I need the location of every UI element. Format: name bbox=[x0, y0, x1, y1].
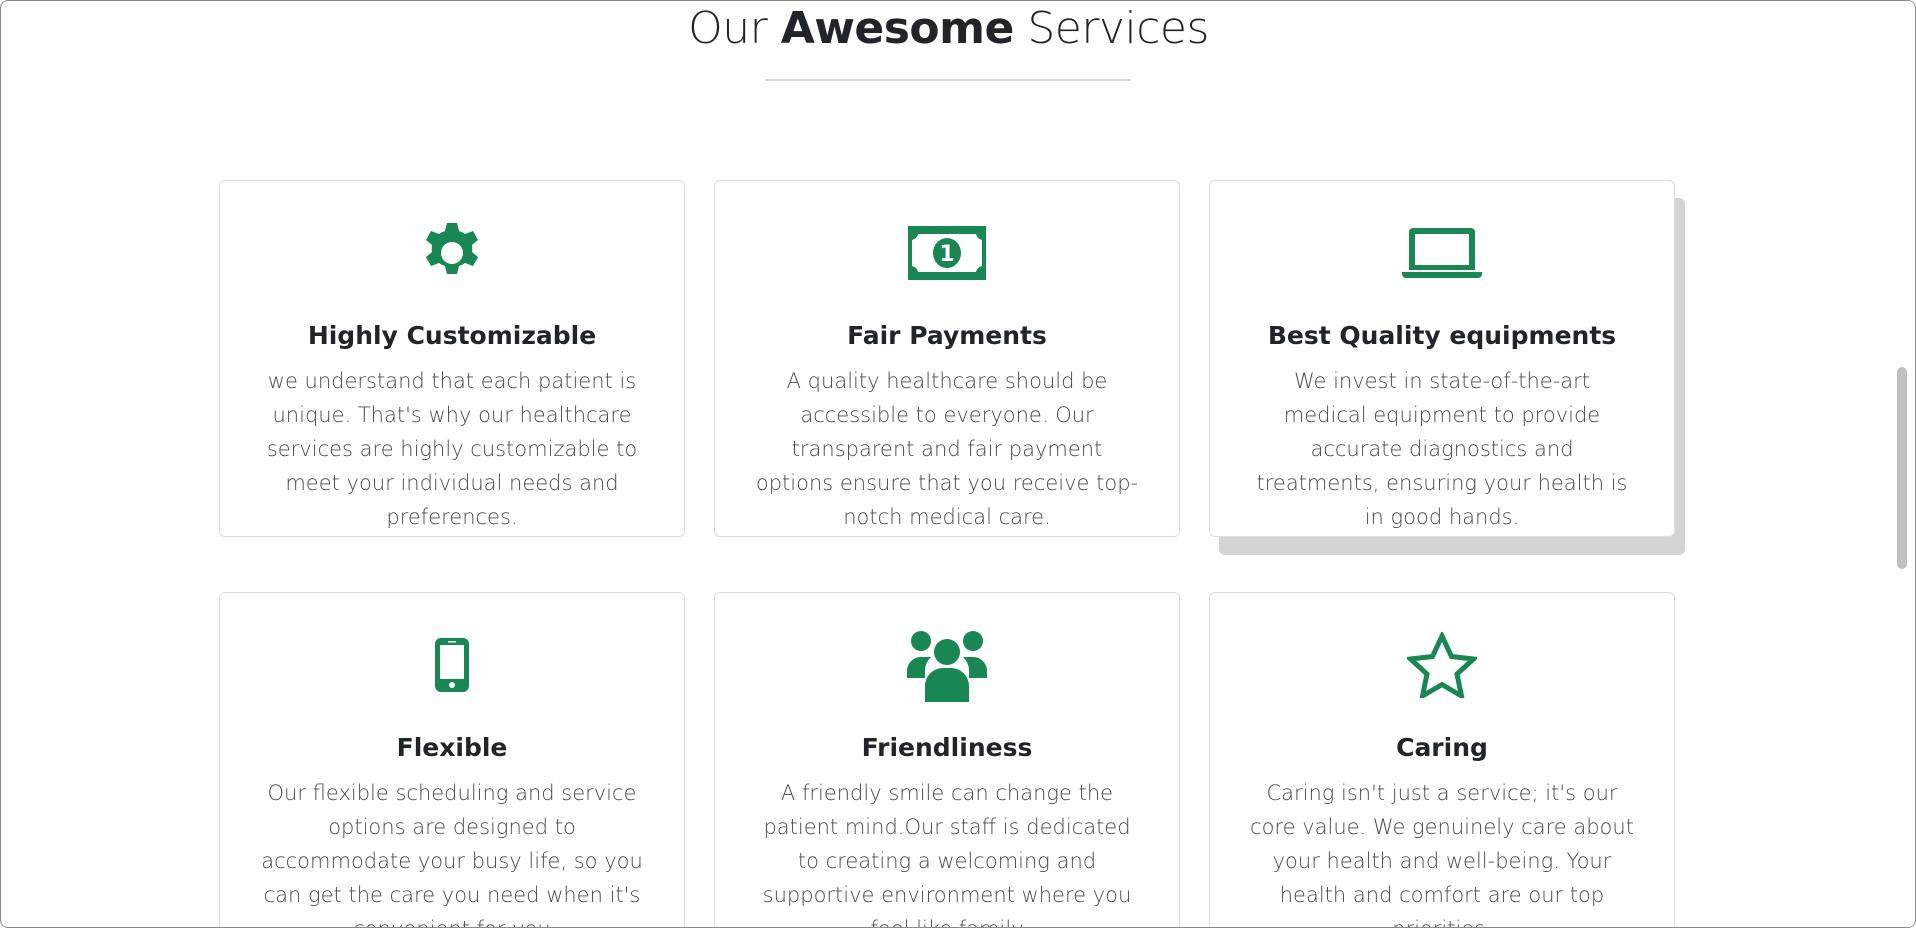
browser-viewport: Our Awesome Services Highly Customizable… bbox=[0, 0, 1916, 928]
card-title: Best Quality equipments bbox=[1267, 321, 1617, 350]
section-title-emphasis: Awesome bbox=[780, 3, 1015, 54]
service-card-customizable: Highly Customizable we understand that e… bbox=[219, 180, 685, 537]
svg-text:1: 1 bbox=[939, 242, 954, 267]
card-description: We invest in state-of-the-art medical eq… bbox=[1256, 369, 1628, 529]
service-card-flexible: Flexible Our flexible scheduling and ser… bbox=[219, 592, 685, 927]
card-title: Caring bbox=[1396, 733, 1488, 762]
scrollbar-thumb[interactable] bbox=[1897, 367, 1907, 569]
service-card-payments: 1 Fair Payments A quality healthcare sho… bbox=[714, 180, 1180, 537]
laptop-icon bbox=[1210, 221, 1674, 285]
card-title: Fair Payments bbox=[847, 321, 1047, 350]
section-title: Our Awesome Services bbox=[1, 1, 1896, 57]
service-card-equipment: Best Quality equipments We invest in sta… bbox=[1209, 180, 1675, 537]
vertical-scrollbar[interactable] bbox=[1897, 1, 1913, 927]
section-header: Our Awesome Services bbox=[1, 1, 1896, 57]
section-title-part2: Services bbox=[1013, 3, 1209, 54]
card-description: A quality healthcare should be accessibl… bbox=[755, 369, 1139, 529]
card-title: Flexible bbox=[396, 733, 508, 762]
service-card-friendliness: Friendliness A friendly smile can change… bbox=[714, 592, 1180, 927]
star-icon bbox=[1210, 632, 1674, 698]
card-description: A friendly smile can change the patient … bbox=[762, 781, 1132, 927]
cash-icon: 1 bbox=[715, 221, 1179, 285]
title-divider bbox=[765, 79, 1131, 81]
people-icon bbox=[715, 631, 1179, 702]
card-description: Caring isn't just a service; it's our co… bbox=[1250, 781, 1634, 927]
section-title-part1: Our bbox=[688, 3, 781, 54]
card-title: Highly Customizable bbox=[307, 321, 597, 350]
card-description: Our flexible scheduling and service opti… bbox=[261, 781, 643, 927]
gear-icon bbox=[220, 221, 684, 285]
card-description: we understand that each patient is uniqu… bbox=[266, 369, 638, 529]
service-card-caring: Caring Caring isn't just a service; it's… bbox=[1209, 592, 1675, 927]
card-title: Friendliness bbox=[861, 733, 1033, 762]
phone-icon bbox=[220, 633, 684, 697]
